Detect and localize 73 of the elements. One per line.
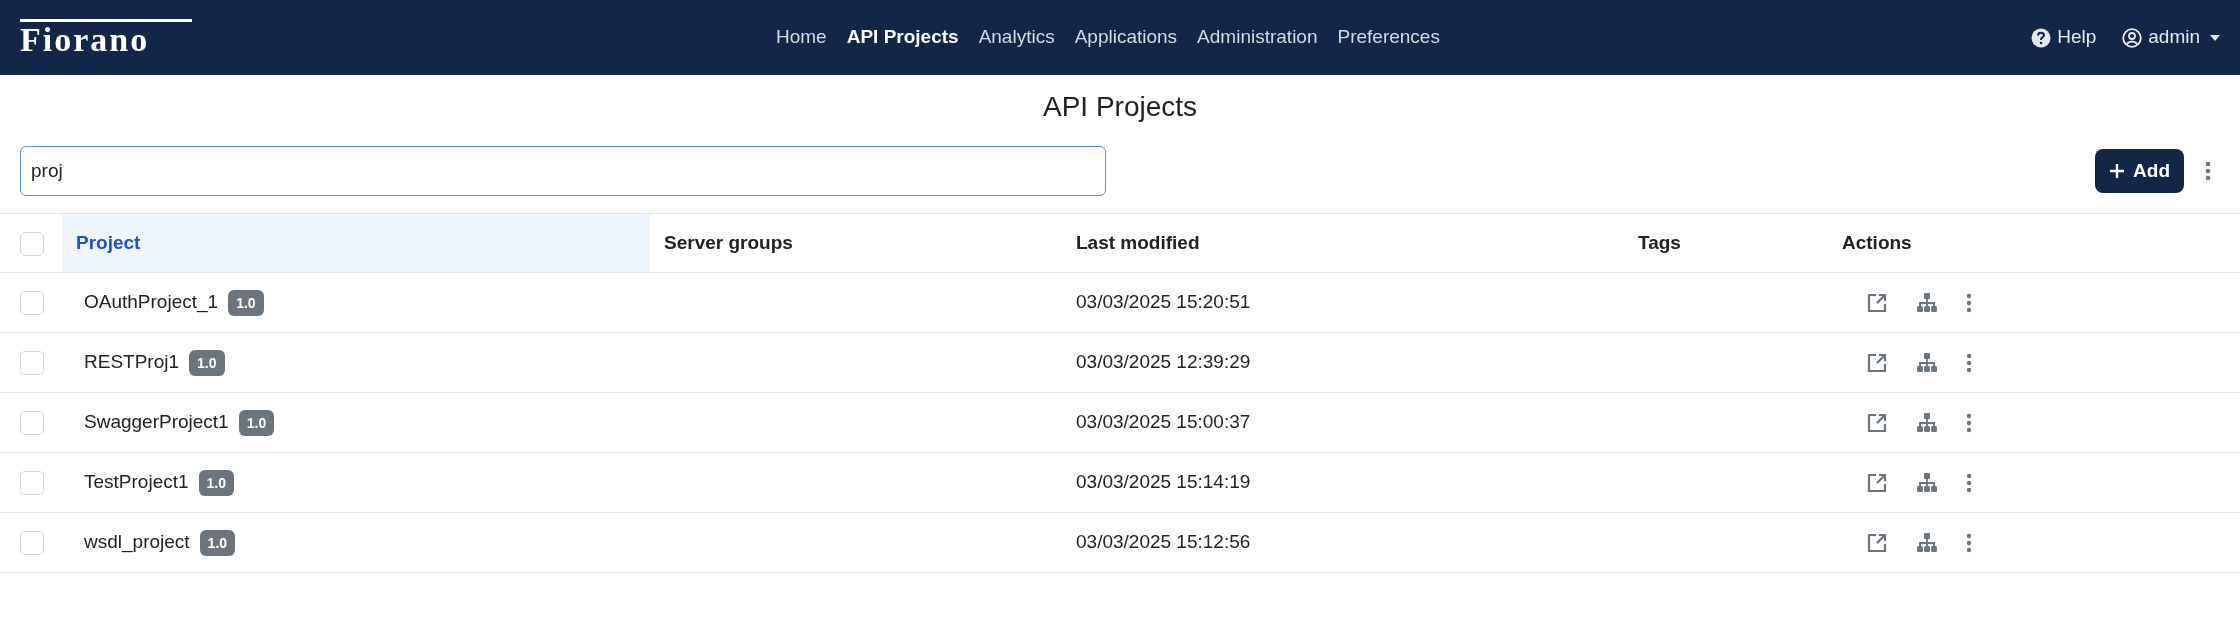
kebab-icon	[1966, 292, 1972, 313]
checkbox[interactable]	[20, 351, 44, 376]
open-external-button[interactable]	[1866, 291, 1888, 314]
open-external-button[interactable]	[1866, 351, 1888, 374]
kebab-icon	[1966, 412, 1972, 433]
checkbox[interactable]	[20, 531, 44, 556]
nav-link[interactable]: Applications	[1074, 23, 1178, 52]
table-cell: 03/03/2025 12:39:29	[1062, 332, 1624, 393]
table-cell: 03/03/2025 15:00:37	[1062, 392, 1624, 453]
column-header[interactable]: Tags	[1624, 213, 1828, 273]
project-name[interactable]: SwaggerProject1	[84, 408, 229, 437]
column-header[interactable]: Last modified	[1062, 213, 1624, 273]
nav-link[interactable]: Analytics	[978, 23, 1055, 52]
brand-logo[interactable]: Fiorano	[20, 18, 192, 57]
column-header[interactable]: Actions	[1828, 213, 2240, 273]
version-badge: 1.0	[189, 349, 225, 376]
page-title: API Projects	[1041, 90, 1199, 124]
kebab-icon	[1966, 352, 1972, 373]
table-cell: 03/03/2025 15:12:56	[1062, 512, 1624, 573]
caret-icon	[2210, 34, 2220, 41]
project-name[interactable]: TestProject1	[84, 468, 189, 497]
more-options-button[interactable]	[1966, 352, 1972, 373]
nav-link[interactable]: Administration	[1197, 23, 1318, 52]
kebab-icon	[1966, 472, 1972, 493]
table-cell: 03/03/2025 15:14:19	[1062, 452, 1624, 513]
search-field[interactable]: proj	[20, 146, 1106, 196]
hierarchy-icon	[1916, 532, 1938, 553]
open-external-button[interactable]	[1866, 531, 1888, 554]
hierarchy-icon	[1916, 472, 1938, 493]
checkbox[interactable]	[20, 231, 44, 256]
checkbox[interactable]	[20, 471, 44, 496]
nav-link[interactable]: API Projects	[846, 23, 959, 52]
more-options-button[interactable]	[1966, 412, 1972, 433]
table-cell: 03/03/2025 15:20:51	[1062, 272, 1624, 333]
help-link[interactable]: Help	[2031, 23, 2097, 52]
checkbox[interactable]	[20, 291, 44, 316]
add-button[interactable]: Add	[2095, 149, 2184, 193]
project-name[interactable]: OAuthProject_1	[84, 288, 219, 317]
kebab-icon	[1966, 532, 1972, 553]
nav-link[interactable]: Preferences	[1337, 23, 1440, 52]
project-name[interactable]: RESTProj1	[84, 348, 180, 377]
more-options-button[interactable]	[1966, 292, 1972, 313]
help-icon	[2031, 27, 2052, 48]
version-badge: 1.0	[199, 529, 236, 556]
more-options-button[interactable]	[1966, 532, 1972, 553]
version-badge: 1.0	[198, 469, 234, 496]
hierarchy-button[interactable]	[1916, 352, 1938, 373]
version-badge: 1.0	[238, 409, 275, 436]
external-link-icon	[1866, 471, 1888, 494]
user-menu[interactable]: admin	[2122, 23, 2220, 52]
kebab-icon	[2205, 161, 2211, 181]
hierarchy-button[interactable]	[1916, 472, 1938, 493]
project-name[interactable]: wsdl_project	[84, 528, 190, 557]
external-link-icon	[1866, 531, 1888, 554]
open-external-button[interactable]	[1866, 471, 1888, 494]
external-link-icon	[1866, 411, 1888, 434]
external-link-icon	[1866, 291, 1888, 314]
hierarchy-button[interactable]	[1916, 292, 1938, 313]
hierarchy-button[interactable]	[1916, 532, 1938, 553]
hierarchy-icon	[1916, 412, 1938, 433]
checkbox[interactable]	[20, 411, 44, 436]
hierarchy-icon	[1916, 352, 1938, 373]
version-badge: 1.0	[228, 289, 264, 316]
plus-icon	[2109, 163, 2126, 179]
nav-link[interactable]: Home	[776, 23, 827, 52]
hierarchy-button[interactable]	[1916, 412, 1938, 433]
user-icon	[2122, 27, 2143, 48]
hierarchy-icon	[1916, 292, 1938, 313]
open-external-button[interactable]	[1866, 411, 1888, 434]
more-options-button[interactable]	[1966, 472, 1972, 493]
external-link-icon	[1866, 351, 1888, 374]
column-header[interactable]: Project	[62, 213, 650, 273]
column-header[interactable]: Server groups	[650, 213, 1062, 273]
